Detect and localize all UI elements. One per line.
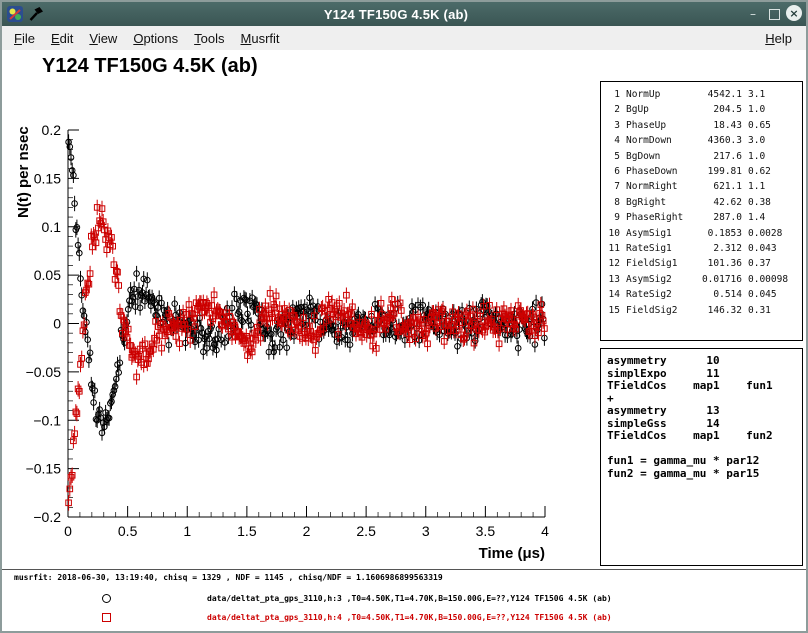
titlebar[interactable]: Y124 TF150G 4.5K (ab) – × — [2, 2, 806, 26]
minimize-button[interactable]: – — [744, 5, 762, 23]
app-window: Y124 TF150G 4.5K (ab) – × FileEditViewOp… — [0, 0, 808, 633]
window-title: Y124 TF150G 4.5K (ab) — [48, 7, 744, 22]
plot-canvas[interactable]: 0 0.5 1 1.5 2 2.5 3 3.5 4 −0.2 −0.15 −0.1 −0.05 0 0.05… — [2, 50, 572, 570]
param-row: 2BgUp204.51.0 — [607, 102, 800, 117]
menubar: FileEditViewOptionsToolsMusrfit Help — [2, 26, 806, 51]
svg-text:0.1: 0.1 — [42, 219, 62, 235]
svg-text:2: 2 — [303, 523, 311, 539]
open-square-icon — [102, 613, 111, 622]
svg-text:−0.2: −0.2 — [33, 509, 61, 525]
theory-line: fun2 = gamma_mu * par15 — [607, 468, 800, 481]
menu-help[interactable]: Help — [755, 28, 802, 49]
svg-text:0.05: 0.05 — [34, 267, 61, 283]
menu-file[interactable]: File — [6, 28, 43, 49]
menu-view[interactable]: View — [81, 28, 125, 49]
open-circle-icon — [102, 594, 111, 603]
svg-text:0: 0 — [53, 316, 61, 332]
series-open-square — [66, 200, 547, 511]
svg-text:1: 1 — [183, 523, 191, 539]
svg-text:−0.05: −0.05 — [26, 364, 62, 380]
menu-tools[interactable]: Tools — [186, 28, 232, 49]
param-row: 12FieldSig1101.360.37 — [607, 256, 800, 271]
param-row: 7NormRight621.11.1 — [607, 179, 800, 194]
hammer-icon — [27, 5, 45, 23]
menu-options[interactable]: Options — [125, 28, 186, 49]
legend: data/deltat_pta_gps_3110,h:3 ,T0=4.50K,T… — [2, 589, 806, 627]
fit-info: musrfit: 2018-06-30, 13:19:40, chisq = 1… — [14, 573, 443, 582]
param-row: 15FieldSig2146.320.31 — [607, 303, 800, 318]
svg-text:Time (μs): Time (μs) — [479, 545, 545, 562]
param-row: 13AsymSig20.017160.00098 — [607, 272, 800, 287]
legend-label: data/deltat_pta_gps_3110,h:3 ,T0=4.50K,T… — [207, 594, 612, 603]
menu-edit[interactable]: Edit — [43, 28, 81, 49]
svg-text:2.5: 2.5 — [356, 523, 376, 539]
param-row: 10AsymSig10.18530.0028 — [607, 226, 800, 241]
svg-text:4: 4 — [541, 523, 549, 539]
svg-text:0.15: 0.15 — [34, 170, 61, 186]
menu-musrfit[interactable]: Musrfit — [233, 28, 288, 49]
svg-text:3.5: 3.5 — [476, 523, 496, 539]
theory-line: fun1 = gamma_mu * par12 — [607, 455, 800, 468]
maximize-button[interactable] — [765, 5, 783, 23]
svg-text:0.5: 0.5 — [118, 523, 138, 539]
param-row: 1NormUp4542.13.1 — [607, 87, 800, 102]
theory-line: asymmetry 10 — [607, 355, 800, 368]
app-icon[interactable] — [6, 5, 24, 23]
param-row: 4NormDown4360.33.0 — [607, 133, 800, 148]
plot-window: Y124 TF150G 4.5K (ab) 00.511.522.533.54−… — [2, 50, 806, 631]
theory-box: asymmetry 10simplExpo 11TFieldCos map1 f… — [600, 348, 803, 566]
series-open-circle — [66, 134, 547, 440]
svg-text:3: 3 — [422, 523, 430, 539]
theory-line: TFieldCos map1 fun1 — [607, 380, 800, 393]
parameter-box: 1NormUp4542.13.12BgUp204.51.03PhaseUp18.… — [600, 81, 803, 341]
param-row: 9PhaseRight287.01.4 — [607, 210, 800, 225]
param-row: 3PhaseUp18.430.65 — [607, 118, 800, 133]
param-row: 5BgDown217.61.0 — [607, 149, 800, 164]
divider — [2, 569, 806, 570]
param-row: 14RateSig20.5140.045 — [607, 287, 800, 302]
legend-item: data/deltat_pta_gps_3110,h:4 ,T0=4.50K,T… — [2, 608, 806, 627]
theory-line: TFieldCos map1 fun2 — [607, 430, 800, 443]
theory-line: asymmetry 13 — [607, 405, 800, 418]
param-row: 11RateSig12.3120.043 — [607, 241, 800, 256]
svg-text:−0.1: −0.1 — [33, 412, 61, 428]
svg-text:−0.15: −0.15 — [26, 461, 62, 477]
svg-text:0: 0 — [64, 523, 72, 539]
svg-text:0.2: 0.2 — [42, 122, 62, 138]
param-row: 6PhaseDown199.810.62 — [607, 164, 800, 179]
legend-item: data/deltat_pta_gps_3110,h:3 ,T0=4.50K,T… — [2, 589, 806, 608]
legend-label: data/deltat_pta_gps_3110,h:4 ,T0=4.50K,T… — [207, 613, 612, 622]
param-row: 8BgRight42.620.38 — [607, 195, 800, 210]
svg-text:N(t) per nsec: N(t) per nsec — [15, 126, 32, 218]
svg-text:1.5: 1.5 — [237, 523, 257, 539]
close-button[interactable]: × — [786, 5, 802, 21]
